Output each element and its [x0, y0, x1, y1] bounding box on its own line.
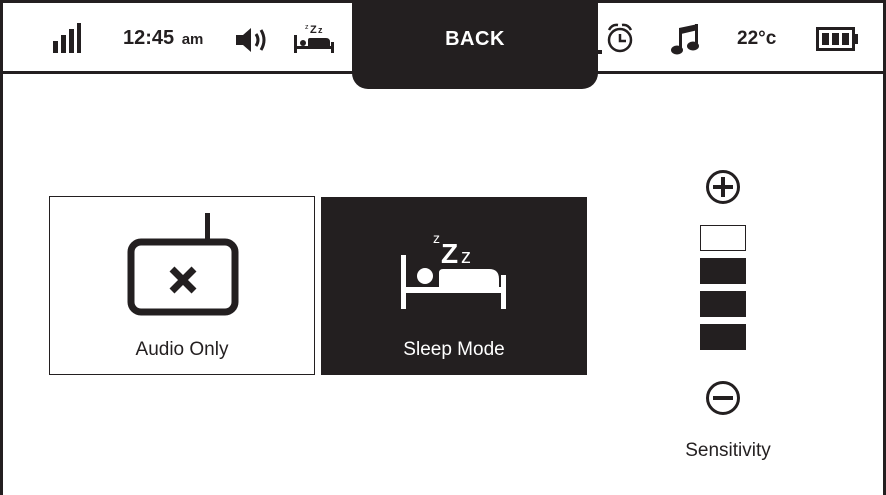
sensitivity-level-bar — [700, 225, 746, 251]
time-text: 12:45 — [123, 27, 175, 49]
sensitivity-level-bar — [700, 324, 746, 350]
speaker-icon[interactable] — [234, 25, 272, 55]
sensitivity-level-bar — [700, 258, 746, 284]
audio-only-icon — [127, 213, 239, 316]
sensitivity-control: Sensitivity — [660, 160, 800, 470]
sensitivity-level-bar — [700, 291, 746, 317]
minus-circle-icon — [706, 381, 740, 415]
svg-text:Z: Z — [441, 238, 458, 269]
sleep-mode-icon: z Z z — [401, 230, 506, 309]
back-button[interactable]: BACK — [352, 3, 598, 89]
sleep-mode-button[interactable]: z Z z Sleep Mode — [321, 197, 587, 375]
status-bar: 12:45 am z Z z BACK 22°c — [3, 3, 883, 89]
audio-only-button[interactable]: Audio Only — [49, 196, 315, 375]
music-icon[interactable] — [670, 22, 702, 56]
plus-circle-icon — [706, 170, 740, 204]
sensitivity-label: Sensitivity — [685, 440, 771, 461]
clock: 12:45 am — [123, 27, 203, 50]
sensitivity-decrease-button[interactable] — [704, 379, 742, 417]
svg-text:z: z — [318, 25, 323, 35]
battery-icon — [816, 27, 860, 51]
svg-text:z: z — [433, 230, 440, 246]
audio-only-label: Audio Only — [135, 339, 229, 360]
signal-icon — [51, 23, 83, 55]
sensitivity-increase-button[interactable] — [704, 168, 742, 206]
sleep-icon[interactable]: z Z z — [292, 19, 336, 55]
svg-text:Z: Z — [310, 24, 317, 36]
temperature-text: 22°c — [737, 28, 777, 49]
alarm-icon[interactable] — [596, 21, 638, 57]
svg-text:z: z — [461, 246, 471, 268]
ampm-text: am — [181, 31, 204, 48]
sleep-mode-label: Sleep Mode — [403, 339, 505, 360]
svg-text:z: z — [305, 24, 309, 31]
